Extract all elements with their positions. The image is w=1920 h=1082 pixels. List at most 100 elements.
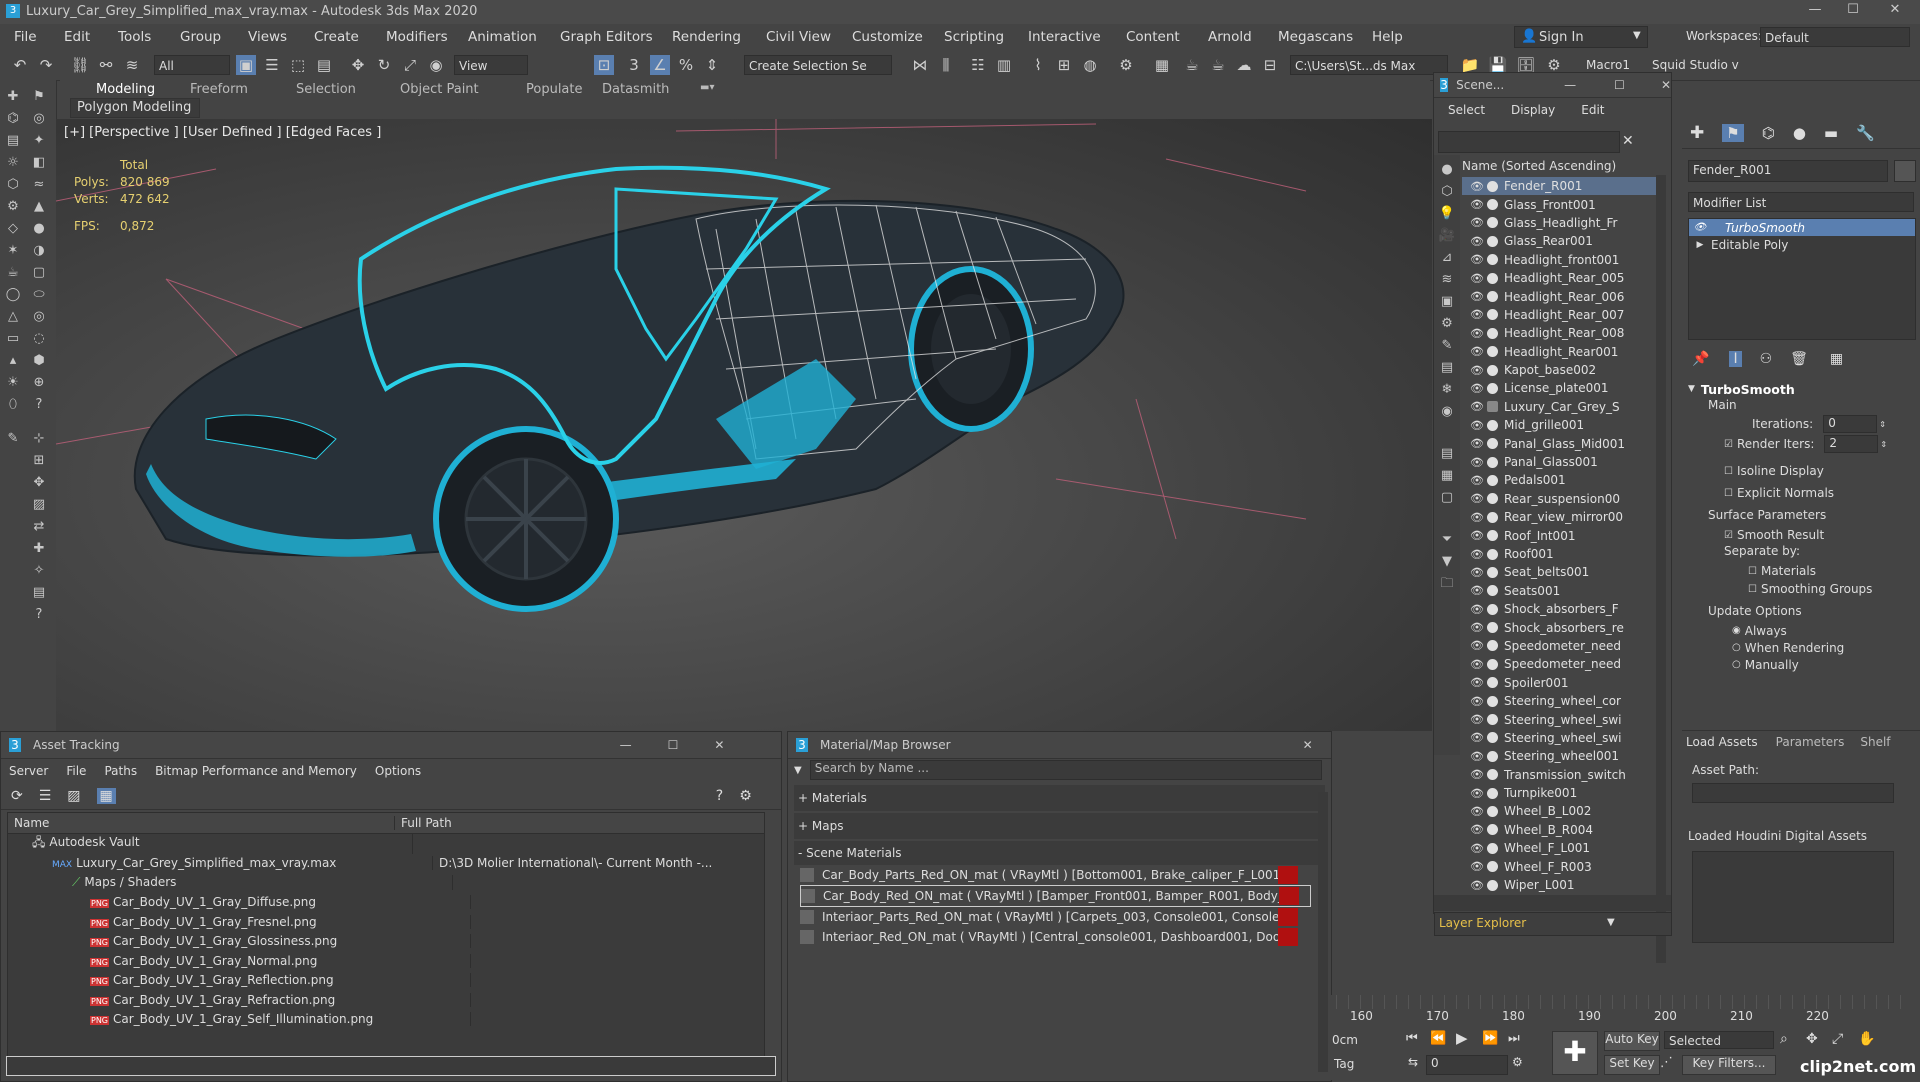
manually-radio[interactable]: ○ xyxy=(1732,659,1741,670)
asset-status-input[interactable] xyxy=(6,1056,776,1076)
go-to-end-icon[interactable]: ⏭ xyxy=(1508,1031,1520,1046)
scene-close-button[interactable]: ✕ xyxy=(1661,78,1671,92)
helper-icon[interactable]: ⬡ xyxy=(4,176,22,194)
squid-studio-label[interactable]: Squid Studio v xyxy=(1652,58,1739,72)
perspective-viewport[interactable]: [+] [Perspective ] [User Defined ] [Edge… xyxy=(56,119,1432,731)
sign-in-dropdown[interactable]: 👤 Sign In ▼ xyxy=(1514,26,1648,48)
thumbnail-icon[interactable]: ▨ xyxy=(67,788,80,804)
list-item[interactable]: Car_Body_Red_ON_mat ( VRayMtl ) [Bamper_… xyxy=(800,885,1311,907)
filter-xref-icon[interactable]: ⚙ xyxy=(1438,315,1456,333)
visibility-icon[interactable]: 👁 xyxy=(1470,879,1484,892)
help-icon[interactable]: ? xyxy=(716,788,723,804)
asset-menu-file[interactable]: File xyxy=(66,764,86,778)
list-item[interactable]: Interiaor_Red_ON_mat ( VRayMtl ) [Centra… xyxy=(800,927,1311,947)
grid-icon[interactable]: ⊞ xyxy=(30,452,48,470)
prev-frame-icon[interactable]: ⏪ xyxy=(1430,1031,1446,1046)
render-iters-input[interactable]: 2 xyxy=(1824,435,1879,453)
layer-manager-icon[interactable]: ☷ xyxy=(968,55,988,75)
stack-item-editable-poly[interactable]: ▶ Editable Poly xyxy=(1689,236,1915,253)
visibility-icon[interactable]: 👁 xyxy=(1470,308,1484,321)
clear-search-icon[interactable]: ✕ xyxy=(1622,133,1634,149)
list-item[interactable]: 👁 Shock_absorbers_re xyxy=(1462,618,1656,636)
make-unique-icon[interactable]: ⚇ xyxy=(1760,351,1773,367)
extras-icon[interactable]: ✚ xyxy=(30,540,48,558)
filter-all-icon[interactable]: ▦ xyxy=(1438,467,1456,485)
asset-menu-bitmap[interactable]: Bitmap Performance and Memory xyxy=(155,764,357,778)
menu-edit[interactable]: Edit xyxy=(64,29,90,45)
move-icon[interactable]: ✥ xyxy=(348,55,368,75)
table-row[interactable]: PNG Car_Body_UV_1_Gray_Refraction.png xyxy=(8,990,764,1010)
isoline-checkbox[interactable]: ☐ xyxy=(1724,466,1733,477)
percent-snap-icon[interactable]: % xyxy=(676,55,696,75)
column-header-full-path[interactable]: Full Path xyxy=(395,816,452,830)
motion-icon[interactable]: ◎ xyxy=(30,110,48,128)
snap-3d-icon[interactable]: 3 xyxy=(624,55,644,75)
visibility-icon[interactable]: 👁 xyxy=(1470,860,1484,873)
render-iters-checkbox[interactable]: ☑ xyxy=(1724,439,1733,450)
table-row[interactable]: PNG Car_Body_UV_1_Gray_Glossiness.png xyxy=(8,932,764,952)
materials-group[interactable]: + Materials xyxy=(794,785,1325,811)
undo-icon[interactable]: ↶ xyxy=(10,55,30,75)
spinner-snap-icon[interactable]: ⇕ xyxy=(702,55,722,75)
tube-icon[interactable]: ◌ xyxy=(30,330,48,348)
pivot-icon[interactable]: ⊡ xyxy=(594,55,614,75)
list-item[interactable]: 👁 Roof001 xyxy=(1462,545,1656,563)
set-key-mode-button[interactable]: Set Key xyxy=(1604,1055,1660,1075)
redo-icon[interactable]: ↷ xyxy=(36,55,56,75)
visibility-icon[interactable]: 👁 xyxy=(1470,695,1484,708)
visibility-icon[interactable]: 👁 xyxy=(1470,750,1484,763)
shape-icon[interactable]: ◇ xyxy=(4,220,22,238)
menu-views[interactable]: Views xyxy=(248,29,287,45)
collapse-icon[interactable]: ▼ xyxy=(1688,384,1695,394)
stack-item-turbosmooth[interactable]: 👁 TurboSmooth xyxy=(1689,219,1915,236)
sun-icon[interactable]: ☀ xyxy=(4,374,22,392)
table-row[interactable]: PNG Car_Body_UV_1_Gray_Fresnel.png xyxy=(8,912,764,932)
table-row[interactable]: PNG Car_Body_UV_1_Gray_Self_Illumination.… xyxy=(8,1010,764,1030)
viewport-label[interactable]: [+] [Perspective ] [User Defined ] [Edge… xyxy=(64,125,381,140)
material-close-button[interactable]: ✕ xyxy=(1303,738,1313,752)
visibility-icon[interactable]: 👁 xyxy=(1470,180,1484,193)
menu-help[interactable]: Help xyxy=(1372,29,1403,45)
turbosmooth-title[interactable]: TurboSmooth xyxy=(1701,382,1795,397)
visibility-icon[interactable]: 👁 xyxy=(1470,676,1484,689)
visibility-icon[interactable]: 👁 xyxy=(1470,364,1484,377)
selection-filter-dropdown[interactable]: All xyxy=(154,55,230,75)
materials-checkbox[interactable]: ☐ xyxy=(1748,566,1757,577)
toggle-ribbon-icon[interactable]: ▥ xyxy=(994,55,1014,75)
list-item[interactable]: 👁 Speedometer_need xyxy=(1462,655,1656,673)
layer-explorer-dropdown[interactable]: Layer Explorer ▼ xyxy=(1434,912,1672,936)
menu-arnold[interactable]: Arnold xyxy=(1208,29,1252,45)
material-search-input[interactable]: Search by Name ... xyxy=(809,760,1322,780)
visibility-icon[interactable]: 👁 xyxy=(1470,400,1484,413)
select-by-name-icon[interactable]: ☰ xyxy=(262,55,282,75)
visibility-icon[interactable]: 👁 xyxy=(1470,235,1484,248)
visibility-icon[interactable]: 👁 xyxy=(1470,731,1484,744)
key-mode-icon[interactable]: ⇆ xyxy=(1408,1055,1418,1069)
visibility-icon[interactable]: 👁 xyxy=(1470,621,1484,634)
help-icon[interactable]: ? xyxy=(30,396,48,414)
snap-icon[interactable]: ⊹ xyxy=(30,430,48,448)
torus-icon[interactable]: ◎ xyxy=(30,308,48,326)
table-view-icon[interactable]: ▦ xyxy=(96,788,116,804)
visibility-icon[interactable]: 👁 xyxy=(1470,639,1484,652)
visibility-icon[interactable]: 👁 xyxy=(1470,492,1484,505)
sphere-icon[interactable]: ◯ xyxy=(4,286,22,304)
table-row[interactable]: PNG Car_Body_UV_1_Gray_Diffuse.png xyxy=(8,893,764,913)
render-frame-icon[interactable]: ▦ xyxy=(1152,55,1172,75)
always-radio[interactable]: ◉ xyxy=(1732,625,1741,636)
iterations-input[interactable]: 0 xyxy=(1823,415,1878,433)
scene-menu-edit[interactable]: Edit xyxy=(1581,103,1604,117)
visibility-icon[interactable]: 👁 xyxy=(1470,529,1484,542)
menu-modifiers[interactable]: Modifiers xyxy=(386,29,448,45)
table-row[interactable]: PNG Car_Body_UV_1_Gray_Reflection.png xyxy=(8,971,764,991)
list-view-icon[interactable]: ☰ xyxy=(39,788,52,804)
table-row[interactable]: PNG Car_Body_UV_1_Gray_Normal.png xyxy=(8,951,764,971)
table-row[interactable]: 🖧 Autodesk Vault xyxy=(8,833,764,855)
align-icon[interactable]: ⫼ xyxy=(936,55,956,75)
angle-snap-icon[interactable]: ∠ xyxy=(650,55,670,75)
list-item[interactable]: 👁 Spoiler001 xyxy=(1462,674,1656,692)
spinner-icon[interactable]: ⇕ xyxy=(1880,440,1887,449)
list-item[interactable]: 👁 Wiper_L001 xyxy=(1462,876,1656,894)
set-key-button[interactable]: ✚ xyxy=(1552,1031,1598,1075)
tab-object-paint[interactable]: Object Paint xyxy=(400,82,479,97)
